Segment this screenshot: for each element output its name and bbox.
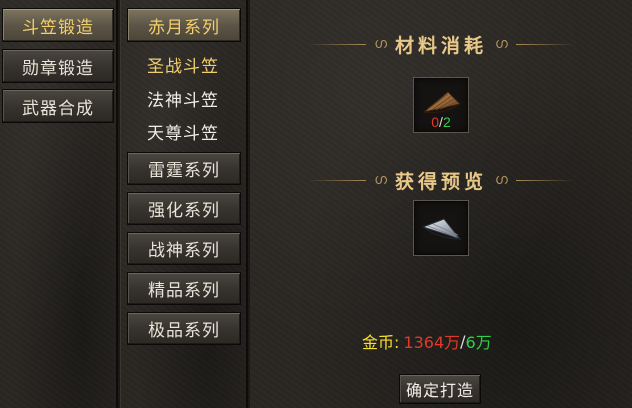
series-label: 精品系列 <box>148 281 220 301</box>
tab-weapon-synthesis-label: 武器合成 <box>22 98 94 119</box>
materials-header: ഗ 材料消耗 ഗ <box>250 29 632 59</box>
silver-straw-hat-icon <box>421 218 462 240</box>
divider-line <box>308 43 367 45</box>
material-required: 2 <box>442 114 451 130</box>
material-slot[interactable]: 0/2 <box>413 77 469 133</box>
tab-weapon-synthesis[interactable]: 武器合成 <box>2 89 114 123</box>
material-count: 0/2 <box>414 114 468 130</box>
gold-cost: 金币: 1364万/6万 <box>362 330 492 353</box>
sub-item-fashen-hat[interactable]: 法神斗笠 <box>125 84 241 112</box>
series-chiyue-label: 赤月系列 <box>148 17 220 38</box>
forge-tabs-panel: 斗笠锻造 勋章锻造 武器合成 <box>0 0 118 408</box>
divider-line <box>515 43 574 45</box>
tab-hat-forge[interactable]: 斗笠锻造 <box>2 8 114 42</box>
series-label: 强化系列 <box>148 201 220 221</box>
forge-detail-panel: ഗ 材料消耗 ഗ 0/2 ഗ 获得预览 ഗ 金币: 1364万 / 6万 确定打… <box>250 0 632 408</box>
preview-title: 获得预览 <box>394 170 487 193</box>
series-jipin-button[interactable]: 极品系列 <box>127 312 241 345</box>
sub-item-shengzhan-hat[interactable]: 圣战斗笠 <box>125 50 241 78</box>
series-label: 战神系列 <box>148 241 220 261</box>
series-leiting-button[interactable]: 雷霆系列 <box>127 152 241 185</box>
series-zhanshen-button[interactable]: 战神系列 <box>127 232 241 265</box>
scroll-ornament-icon: ഗ <box>374 172 387 188</box>
divider-line <box>515 179 574 181</box>
confirm-forge-label: 确定打造 <box>405 381 474 400</box>
scroll-ornament-icon: ഗ <box>374 36 387 52</box>
divider-line <box>308 179 367 181</box>
series-label: 雷霆系列 <box>148 161 220 181</box>
sub-item-label: 圣战斗笠 <box>147 56 219 77</box>
gold-label: 金币: <box>362 333 400 352</box>
scroll-ornament-icon: ഗ <box>495 36 508 52</box>
tab-medal-forge[interactable]: 勋章锻造 <box>2 49 114 83</box>
sub-item-label: 天尊斗笠 <box>147 123 219 144</box>
series-chiyue-button[interactable]: 赤月系列 <box>127 8 241 42</box>
gold-required: 6万 <box>465 333 492 352</box>
series-list-panel: 赤月系列 圣战斗笠 法神斗笠 天尊斗笠 雷霆系列 强化系列 战神系列 精品系列 … <box>120 0 248 408</box>
sub-item-tianzun-hat[interactable]: 天尊斗笠 <box>125 117 241 145</box>
materials-title: 材料消耗 <box>394 34 487 57</box>
series-label: 极品系列 <box>148 321 220 341</box>
sub-item-label: 法神斗笠 <box>147 90 219 111</box>
scroll-ornament-icon: ഗ <box>495 172 508 188</box>
preview-header: ഗ 获得预览 ഗ <box>250 165 632 195</box>
tab-hat-forge-label: 斗笠锻造 <box>22 17 94 38</box>
series-qianghua-button[interactable]: 强化系列 <box>127 192 241 225</box>
tab-medal-forge-label: 勋章锻造 <box>22 58 94 79</box>
confirm-forge-button[interactable]: 确定打造 <box>399 374 481 404</box>
material-owned: 0 <box>431 114 440 130</box>
series-jingpin-button[interactable]: 精品系列 <box>127 272 241 305</box>
gold-owned: 1364万 <box>403 333 461 352</box>
preview-slot[interactable] <box>413 200 469 256</box>
